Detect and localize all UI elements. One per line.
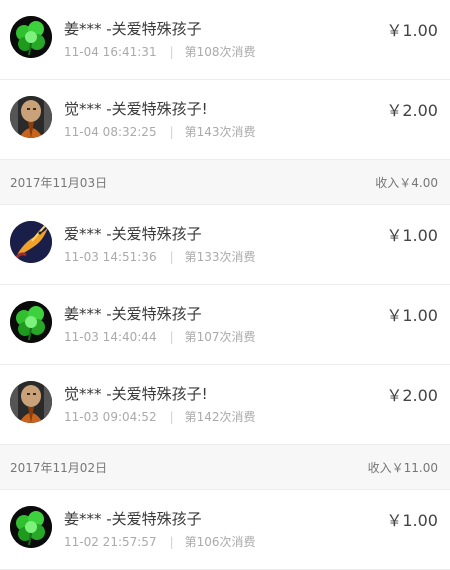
timestamp: 11-03 09:04:52: [64, 410, 157, 424]
timestamp: 11-04 16:41:31: [64, 45, 157, 59]
donor-name: 觉*** -关爱特殊孩子!: [64, 100, 208, 118]
transaction-meta: 11-03 14:40:44 | 第107次消费: [64, 328, 256, 345]
transaction-meta: 11-04 16:41:31 | 第108次消费: [64, 43, 256, 60]
avatar: [10, 381, 52, 423]
transaction-meta: 11-03 14:51:36 | 第133次消费: [64, 248, 256, 265]
separator: |: [169, 250, 174, 264]
amount: ￥1.00: [386, 306, 438, 325]
donor-name: 觉*** -关爱特殊孩子!: [64, 385, 208, 403]
group-income: 收入￥4.00: [375, 176, 438, 190]
donor-name: 爱*** -关爱特殊孩子: [64, 225, 202, 243]
avatar: [10, 301, 52, 343]
timestamp: 11-02 21:57:57: [64, 535, 157, 549]
timestamp: 11-03 14:51:36: [64, 250, 157, 264]
donor-name: 姜*** -关爱特殊孩子: [64, 510, 202, 528]
purchase-count: 第108次消费: [184, 45, 256, 59]
date-group-header: 2017年11月02日 收入￥11.00: [0, 445, 450, 490]
transaction-row[interactable]: 姜*** -关爱特殊孩子 11-03 14:40:44 | 第107次消费 ￥1.00: [0, 285, 450, 365]
date-group-header: 2017年11月03日 收入￥4.00: [0, 160, 450, 205]
amount: ￥2.00: [386, 101, 438, 120]
group-date: 2017年11月02日: [10, 461, 108, 475]
transaction-list: 姜*** -关爱特殊孩子 11-04 16:41:31 | 第108次消费 ￥1.00 觉…: [0, 0, 450, 570]
amount: ￥1.00: [386, 226, 438, 245]
timestamp: 11-03 14:40:44: [64, 330, 157, 344]
transaction-row[interactable]: 姜*** -关爱特殊孩子 11-02 21:57:57 | 第106次消费 ￥1.00: [0, 490, 450, 570]
purchase-count: 第142次消费: [184, 410, 256, 424]
amount: ￥2.00: [386, 386, 438, 405]
avatar: [10, 506, 52, 548]
transaction-meta: 11-02 21:57:57 | 第106次消费: [64, 533, 256, 550]
avatar: [10, 16, 52, 58]
avatar: [10, 96, 52, 138]
separator: |: [169, 535, 174, 549]
avatar: [10, 221, 52, 263]
transaction-row[interactable]: 觉*** -关爱特殊孩子! 11-03 09:04:52 | 第142次消费 ￥2.00: [0, 365, 450, 445]
donor-name: 姜*** -关爱特殊孩子: [64, 305, 202, 323]
transaction-meta: 11-04 08:32:25 | 第143次消费: [64, 123, 256, 140]
transaction-meta: 11-03 09:04:52 | 第142次消费: [64, 408, 256, 425]
group-income: 收入￥11.00: [367, 461, 438, 475]
donor-name: 姜*** -关爱特殊孩子: [64, 20, 202, 38]
transaction-row[interactable]: 姜*** -关爱特殊孩子 11-04 16:41:31 | 第108次消费 ￥1.00: [0, 0, 450, 80]
purchase-count: 第106次消费: [184, 535, 256, 549]
purchase-count: 第133次消费: [184, 250, 256, 264]
amount: ￥1.00: [386, 21, 438, 40]
transaction-row[interactable]: 爱*** -关爱特殊孩子 11-03 14:51:36 | 第133次消费 ￥1.00: [0, 205, 450, 285]
separator: |: [169, 45, 174, 59]
purchase-count: 第107次消费: [184, 330, 256, 344]
purchase-count: 第143次消费: [184, 125, 256, 139]
timestamp: 11-04 08:32:25: [64, 125, 157, 139]
separator: |: [169, 330, 174, 344]
separator: |: [169, 125, 174, 139]
transaction-row[interactable]: 觉*** -关爱特殊孩子! 11-04 08:32:25 | 第143次消费 ￥2.00: [0, 80, 450, 160]
group-date: 2017年11月03日: [10, 176, 108, 190]
separator: |: [169, 410, 174, 424]
amount: ￥1.00: [386, 511, 438, 530]
